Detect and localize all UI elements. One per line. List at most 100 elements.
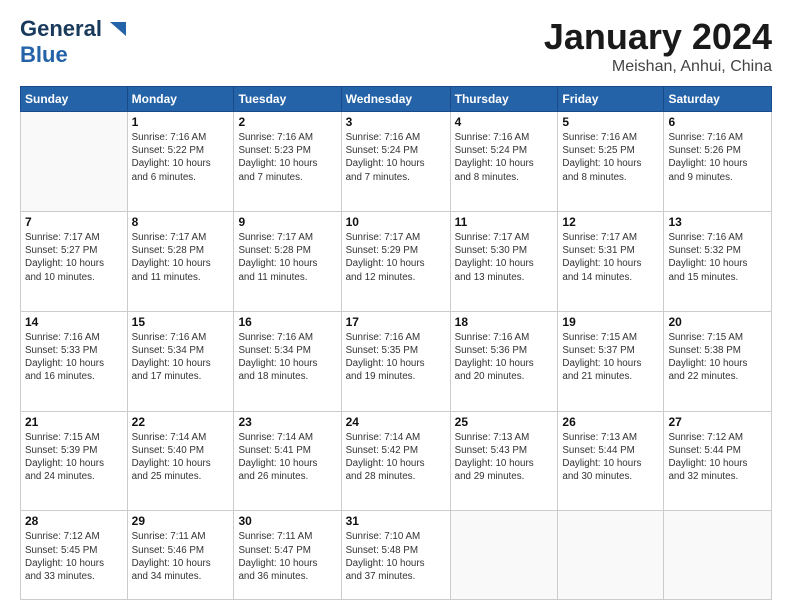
week-row-1: 1 Sunrise: 7:16 AMSunset: 5:22 PMDaylight… bbox=[21, 112, 772, 212]
calendar-cell: 17 Sunrise: 7:16 AMSunset: 5:35 PMDayligh… bbox=[341, 311, 450, 411]
logo-icon bbox=[104, 18, 126, 40]
calendar-cell: 24Sunrise: 7:14 AMSunset: 5:42 PMDayligh… bbox=[341, 411, 450, 511]
calendar-cell: 28Sunrise: 7:12 AMSunset: 5:45 PMDayligh… bbox=[21, 511, 128, 600]
calendar-cell bbox=[450, 511, 558, 600]
col-thursday: Thursday bbox=[450, 87, 558, 112]
calendar-cell: 4 Sunrise: 7:16 AMSunset: 5:24 PMDaylight… bbox=[450, 112, 558, 212]
day-number: 12 bbox=[562, 215, 659, 229]
day-number: 30 bbox=[238, 514, 336, 528]
day-info: Sunrise: 7:16 AMSunset: 5:23 PMDaylight:… bbox=[238, 131, 336, 184]
day-number: 21 bbox=[25, 415, 123, 429]
day-info: Sunrise: 7:17 AMSunset: 5:28 PMDaylight:… bbox=[238, 231, 336, 284]
col-friday: Friday bbox=[558, 87, 664, 112]
day-info: Sunrise: 7:12 AMSunset: 5:45 PMDaylight:… bbox=[25, 530, 123, 583]
day-number: 20 bbox=[668, 315, 767, 329]
calendar-cell: 14 Sunrise: 7:16 AMSunset: 5:33 PMDayligh… bbox=[21, 311, 128, 411]
col-tuesday: Tuesday bbox=[234, 87, 341, 112]
calendar-cell: 18Sunrise: 7:16 AMSunset: 5:36 PMDayligh… bbox=[450, 311, 558, 411]
calendar-cell: 26Sunrise: 7:13 AMSunset: 5:44 PMDayligh… bbox=[558, 411, 664, 511]
calendar-cell bbox=[558, 511, 664, 600]
calendar-cell: 29Sunrise: 7:11 AMSunset: 5:46 PMDayligh… bbox=[127, 511, 234, 600]
day-number: 2 bbox=[238, 115, 336, 129]
day-info: Sunrise: 7:13 AMSunset: 5:43 PMDaylight:… bbox=[455, 431, 554, 484]
day-number: 27 bbox=[668, 415, 767, 429]
day-number: 14 bbox=[25, 315, 123, 329]
calendar-cell: 6 Sunrise: 7:16 AMSunset: 5:26 PMDaylight… bbox=[664, 112, 772, 212]
calendar-subtitle: Meishan, Anhui, China bbox=[544, 58, 772, 76]
day-info: Sunrise: 7:16 AMSunset: 5:22 PMDaylight:… bbox=[132, 131, 230, 184]
day-info: Sunrise: 7:16 AMSunset: 5:32 PMDaylight:… bbox=[668, 231, 767, 284]
calendar-cell: 20 Sunrise: 7:15 AMSunset: 5:38 PMDayligh… bbox=[664, 311, 772, 411]
calendar-cell: 15Sunrise: 7:16 AMSunset: 5:34 PMDayligh… bbox=[127, 311, 234, 411]
day-info: Sunrise: 7:17 AMSunset: 5:27 PMDaylight:… bbox=[25, 231, 123, 284]
calendar-cell: 30 Sunrise: 7:11 AMSunset: 5:47 PMDayligh… bbox=[234, 511, 341, 600]
day-info: Sunrise: 7:11 AMSunset: 5:47 PMDaylight:… bbox=[238, 530, 336, 583]
day-number: 11 bbox=[455, 215, 554, 229]
day-info: Sunrise: 7:14 AMSunset: 5:41 PMDaylight:… bbox=[238, 431, 336, 484]
day-info: Sunrise: 7:15 AMSunset: 5:39 PMDaylight:… bbox=[25, 431, 123, 484]
day-number: 26 bbox=[562, 415, 659, 429]
day-number: 10 bbox=[346, 215, 446, 229]
day-info: Sunrise: 7:15 AMSunset: 5:38 PMDaylight:… bbox=[668, 331, 767, 384]
day-info: Sunrise: 7:17 AMSunset: 5:28 PMDaylight:… bbox=[132, 231, 230, 284]
col-wednesday: Wednesday bbox=[341, 87, 450, 112]
calendar-cell: 11 Sunrise: 7:17 AMSunset: 5:30 PMDayligh… bbox=[450, 211, 558, 311]
day-info: Sunrise: 7:16 AMSunset: 5:36 PMDaylight:… bbox=[455, 331, 554, 384]
calendar-header-row: Sunday Monday Tuesday Wednesday Thursday… bbox=[21, 87, 772, 112]
calendar-cell: 19Sunrise: 7:15 AMSunset: 5:37 PMDayligh… bbox=[558, 311, 664, 411]
calendar-cell: 8 Sunrise: 7:17 AMSunset: 5:28 PMDaylight… bbox=[127, 211, 234, 311]
day-info: Sunrise: 7:17 AMSunset: 5:29 PMDaylight:… bbox=[346, 231, 446, 284]
day-number: 13 bbox=[668, 215, 767, 229]
calendar-cell: 25 Sunrise: 7:13 AMSunset: 5:43 PMDayligh… bbox=[450, 411, 558, 511]
day-number: 25 bbox=[455, 415, 554, 429]
calendar-cell bbox=[664, 511, 772, 600]
day-number: 16 bbox=[238, 315, 336, 329]
day-number: 17 bbox=[346, 315, 446, 329]
day-number: 6 bbox=[668, 115, 767, 129]
calendar-cell: 27 Sunrise: 7:12 AMSunset: 5:44 PMDayligh… bbox=[664, 411, 772, 511]
day-number: 9 bbox=[238, 215, 336, 229]
calendar-cell bbox=[21, 112, 128, 212]
day-info: Sunrise: 7:16 AMSunset: 5:35 PMDaylight:… bbox=[346, 331, 446, 384]
day-info: Sunrise: 7:11 AMSunset: 5:46 PMDaylight:… bbox=[132, 530, 230, 583]
logo-general: General bbox=[20, 16, 102, 42]
day-info: Sunrise: 7:16 AMSunset: 5:33 PMDaylight:… bbox=[25, 331, 123, 384]
week-row-4: 21 Sunrise: 7:15 AMSunset: 5:39 PMDayligh… bbox=[21, 411, 772, 511]
calendar-cell: 31 Sunrise: 7:10 AMSunset: 5:48 PMDayligh… bbox=[341, 511, 450, 600]
week-row-3: 14 Sunrise: 7:16 AMSunset: 5:33 PMDayligh… bbox=[21, 311, 772, 411]
day-info: Sunrise: 7:12 AMSunset: 5:44 PMDaylight:… bbox=[668, 431, 767, 484]
day-info: Sunrise: 7:14 AMSunset: 5:40 PMDaylight:… bbox=[132, 431, 230, 484]
calendar-cell: 3 Sunrise: 7:16 AMSunset: 5:24 PMDaylight… bbox=[341, 112, 450, 212]
day-info: Sunrise: 7:16 AMSunset: 5:34 PMDaylight:… bbox=[132, 331, 230, 384]
calendar-cell: 7 Sunrise: 7:17 AMSunset: 5:27 PMDaylight… bbox=[21, 211, 128, 311]
calendar-cell: 2 Sunrise: 7:16 AMSunset: 5:23 PMDaylight… bbox=[234, 112, 341, 212]
day-info: Sunrise: 7:16 AMSunset: 5:26 PMDaylight:… bbox=[668, 131, 767, 184]
calendar-table: Sunday Monday Tuesday Wednesday Thursday… bbox=[20, 86, 772, 600]
calendar-cell: 1 Sunrise: 7:16 AMSunset: 5:22 PMDaylight… bbox=[127, 112, 234, 212]
week-row-5: 28Sunrise: 7:12 AMSunset: 5:45 PMDayligh… bbox=[21, 511, 772, 600]
calendar-cell: 9 Sunrise: 7:17 AMSunset: 5:28 PMDaylight… bbox=[234, 211, 341, 311]
day-number: 4 bbox=[455, 115, 554, 129]
day-number: 7 bbox=[25, 215, 123, 229]
day-info: Sunrise: 7:16 AMSunset: 5:24 PMDaylight:… bbox=[455, 131, 554, 184]
header: General Blue January 2024 Meishan, Anhui… bbox=[20, 16, 772, 76]
logo: General Blue bbox=[20, 16, 126, 68]
calendar-cell: 5 Sunrise: 7:16 AMSunset: 5:25 PMDaylight… bbox=[558, 112, 664, 212]
calendar-cell: 12Sunrise: 7:17 AMSunset: 5:31 PMDayligh… bbox=[558, 211, 664, 311]
day-number: 3 bbox=[346, 115, 446, 129]
day-info: Sunrise: 7:16 AMSunset: 5:24 PMDaylight:… bbox=[346, 131, 446, 184]
calendar-cell: 10 Sunrise: 7:17 AMSunset: 5:29 PMDayligh… bbox=[341, 211, 450, 311]
day-info: Sunrise: 7:14 AMSunset: 5:42 PMDaylight:… bbox=[346, 431, 446, 484]
page: General Blue January 2024 Meishan, Anhui… bbox=[0, 0, 792, 612]
calendar-cell: 21 Sunrise: 7:15 AMSunset: 5:39 PMDayligh… bbox=[21, 411, 128, 511]
day-info: Sunrise: 7:10 AMSunset: 5:48 PMDaylight:… bbox=[346, 530, 446, 583]
day-number: 5 bbox=[562, 115, 659, 129]
calendar-cell: 22Sunrise: 7:14 AMSunset: 5:40 PMDayligh… bbox=[127, 411, 234, 511]
day-info: Sunrise: 7:16 AMSunset: 5:25 PMDaylight:… bbox=[562, 131, 659, 184]
day-number: 8 bbox=[132, 215, 230, 229]
day-number: 31 bbox=[346, 514, 446, 528]
calendar-title: January 2024 bbox=[544, 16, 772, 58]
day-number: 1 bbox=[132, 115, 230, 129]
col-monday: Monday bbox=[127, 87, 234, 112]
day-info: Sunrise: 7:17 AMSunset: 5:30 PMDaylight:… bbox=[455, 231, 554, 284]
